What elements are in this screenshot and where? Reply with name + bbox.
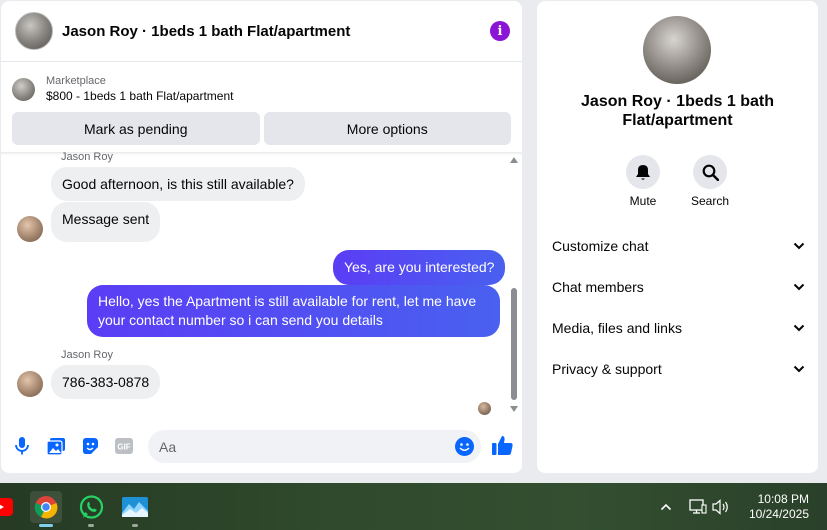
bell-icon[interactable]	[626, 155, 660, 189]
chrome-icon[interactable]	[30, 491, 62, 523]
chat-header: Jason Roy · 1beds 1 bath Flat/apartment …	[1, 1, 522, 62]
chat-panel: Jason Roy · 1beds 1 bath Flat/apartment …	[1, 1, 522, 473]
clock-time: 10:08 PM	[757, 492, 809, 506]
chevron-down-icon	[793, 365, 805, 373]
sender-name: Jason Roy	[61, 151, 113, 163]
profile-avatar[interactable]	[643, 16, 711, 84]
gif-icon[interactable]: GIF	[113, 435, 135, 457]
listing-thumbnail	[12, 77, 35, 101]
sticker-icon[interactable]	[79, 435, 101, 457]
mute-action[interactable]: Mute	[613, 155, 673, 208]
system-clock[interactable]: 10:08 PM 10/24/2025	[749, 492, 809, 522]
message-input-placeholder: Aa	[159, 439, 177, 455]
outgoing-message[interactable]: Hello, yes the Apartment is still availa…	[87, 285, 500, 337]
whatsapp-icon[interactable]	[75, 491, 107, 523]
chevron-up-icon[interactable]	[650, 491, 682, 523]
menu-media-files-links[interactable]: Media, files and links	[552, 317, 805, 339]
scrollbar[interactable]	[508, 152, 522, 418]
listing-row[interactable]: Marketplace $800 - 1beds 1 bath Flat/apa…	[12, 70, 511, 108]
chevron-down-icon	[793, 283, 805, 291]
menu-customize-chat[interactable]: Customize chat	[552, 235, 805, 257]
message-input[interactable]: Aa	[148, 430, 481, 463]
seen-indicator-avatar	[478, 402, 491, 415]
mark-as-pending-button[interactable]: Mark as pending	[12, 112, 260, 145]
marketplace-listing: Marketplace $800 - 1beds 1 bath Flat/apa…	[1, 62, 522, 145]
more-options-button[interactable]: More options	[263, 112, 511, 145]
taskbar: 10:08 PM 10/24/2025	[0, 483, 827, 530]
running-app-indicator	[132, 524, 138, 527]
gallery-icon[interactable]	[45, 435, 67, 457]
search-action[interactable]: Search	[680, 155, 740, 208]
info-icon[interactable]: i	[490, 21, 510, 41]
outgoing-message[interactable]: Yes, are you interested?	[333, 250, 506, 285]
clock-date: 10/24/2025	[748, 507, 809, 521]
scroll-down-arrow[interactable]	[510, 406, 518, 412]
chat-info-panel: Jason Roy · 1beds 1 bath Flat/apartment …	[537, 1, 818, 473]
incoming-message[interactable]: Good afternoon, is this still available?	[51, 167, 305, 201]
incoming-message[interactable]: 786-383-0878	[51, 365, 161, 399]
contact-avatar[interactable]	[15, 12, 53, 50]
photos-icon[interactable]	[119, 491, 151, 523]
listing-price: $800 - 1beds 1 bath Flat/apartment	[46, 89, 234, 103]
microphone-icon[interactable]	[11, 435, 33, 457]
emoji-icon[interactable]	[455, 437, 474, 456]
message-list: Jason Roy Good afternoon, is this still …	[1, 151, 522, 418]
search-icon[interactable]	[693, 155, 727, 189]
mute-label: Mute	[629, 194, 657, 208]
listing-label: Marketplace	[46, 75, 106, 87]
running-app-indicator	[88, 524, 94, 527]
sender-name: Jason Roy	[61, 349, 113, 361]
svg-text:GIF: GIF	[117, 443, 130, 452]
incoming-message[interactable]: Message sent	[51, 202, 161, 242]
composer: GIF Aa	[1, 427, 522, 467]
sender-avatar[interactable]	[17, 216, 43, 242]
thumbs-up-icon[interactable]	[491, 434, 513, 456]
chat-title[interactable]: Jason Roy · 1beds 1 bath Flat/apartment	[62, 23, 490, 40]
scroll-thumb[interactable]	[511, 288, 517, 400]
search-label: Search	[690, 194, 730, 208]
volume-icon[interactable]	[705, 491, 737, 523]
sender-avatar[interactable]	[17, 371, 43, 397]
scroll-up-arrow[interactable]	[510, 157, 518, 163]
chevron-down-icon	[793, 242, 805, 250]
listing-actions: Mark as pending More options	[12, 112, 511, 145]
menu-privacy-support[interactable]: Privacy & support	[552, 358, 805, 380]
youtube-icon[interactable]	[0, 491, 16, 523]
active-app-indicator	[39, 524, 53, 527]
profile-name: Jason Roy · 1beds 1 bath Flat/apartment	[581, 93, 774, 129]
chevron-down-icon	[793, 324, 805, 332]
menu-chat-members[interactable]: Chat members	[552, 276, 805, 298]
